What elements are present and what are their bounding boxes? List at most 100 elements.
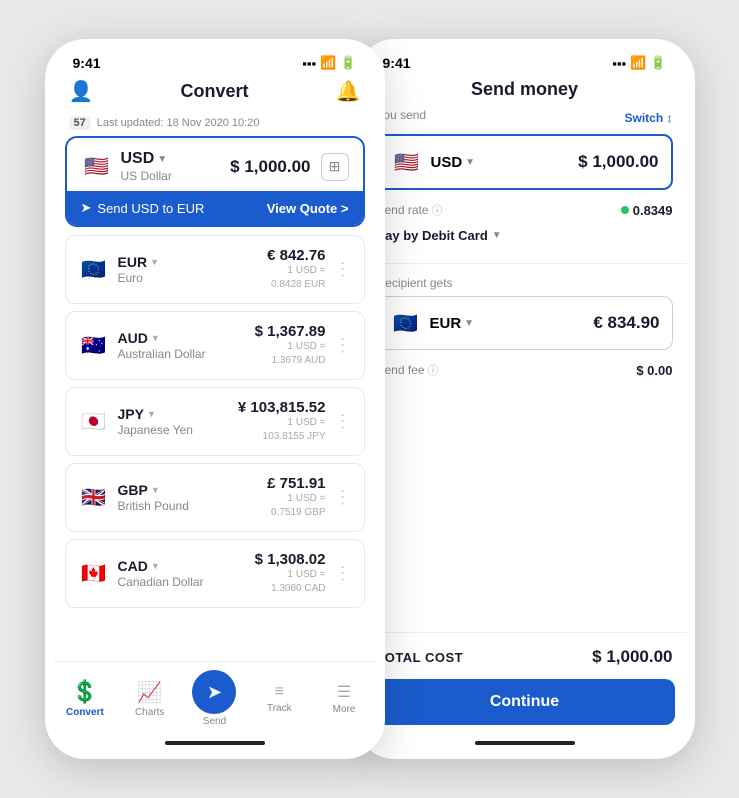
you-send-currency-box[interactable]: 🇺🇸 USD ▼ $ 1,000.00 bbox=[377, 134, 673, 190]
rate-gbp: 1 USD =0.7519 GBP bbox=[267, 492, 325, 520]
currency-item-eur[interactable]: 🇪🇺 EUR ▼ Euro € 842.76 1 USD =0.8428 EUR… bbox=[65, 235, 365, 304]
total-cost-section: TOTAL COST $ 1,000.00 bbox=[363, 632, 687, 679]
rate-jpy: 1 USD =103.8155 JPY bbox=[238, 416, 326, 444]
flag-cad: 🇨🇦 bbox=[78, 558, 110, 590]
main-currency-name: US Dollar bbox=[121, 169, 172, 183]
home-indicator-right bbox=[475, 741, 575, 745]
send-quote-bar[interactable]: ➤ Send USD to EUR View Quote > bbox=[67, 191, 363, 225]
ci-left: 🇯🇵 JPY ▼ Japanese Yen bbox=[78, 406, 193, 438]
recipient-currency-box[interactable]: 🇪🇺 EUR ▼ € 834.90 bbox=[377, 296, 673, 350]
view-quote-label[interactable]: View Quote > bbox=[267, 201, 349, 216]
send-header: Send money bbox=[363, 75, 687, 108]
ci-right: $ 1,367.89 1 USD =1.3679 AUD ⋮ bbox=[255, 323, 352, 368]
amounts-gbp: £ 751.91 1 USD =0.7519 GBP bbox=[267, 475, 325, 520]
wifi-icon-right: 📶 bbox=[630, 55, 646, 71]
nav-item-more[interactable]: ☰ More bbox=[319, 682, 369, 715]
right-phone: 9:41 ▪▪▪ 📶 🔋 Send money You send Switch … bbox=[355, 39, 695, 759]
name-gbp: British Pound bbox=[118, 499, 189, 513]
bell-icon[interactable]: 🔔 bbox=[336, 79, 361, 104]
code-eur: EUR ▼ bbox=[118, 254, 159, 270]
currency-item-aud[interactable]: 🇦🇺 AUD ▼ Australian Dollar $ 1,367.89 1 … bbox=[65, 311, 365, 380]
main-currency-code[interactable]: USD ▼ bbox=[121, 150, 172, 168]
fee-label: Send fee ⓘ bbox=[377, 362, 439, 378]
nav-item-charts[interactable]: 📈 Charts bbox=[125, 680, 175, 718]
recipient-label: Recipient gets bbox=[377, 276, 673, 290]
charts-nav-icon: 📈 bbox=[137, 680, 162, 705]
main-amount-gbp: £ 751.91 bbox=[267, 475, 325, 492]
code-aud: AUD ▼ bbox=[118, 330, 206, 346]
battery-icon-right: 🔋 bbox=[650, 55, 666, 71]
main-amount-eur: € 842.76 bbox=[267, 247, 325, 264]
total-cost-value: $ 1,000.00 bbox=[592, 647, 672, 667]
nav-item-track[interactable]: ≡ Track bbox=[254, 683, 304, 714]
main-amount-jpy: ¥ 103,815.52 bbox=[238, 399, 326, 416]
rate-cad: 1 USD =1.3080 CAD bbox=[255, 568, 326, 596]
continue-button[interactable]: Continue bbox=[375, 679, 675, 725]
send-rate-row: Send rate ⓘ 0.8349 bbox=[377, 198, 673, 222]
pay-method-chevron: ▼ bbox=[492, 230, 502, 241]
send-fee-row: Send fee ⓘ $ 0.00 bbox=[377, 358, 673, 382]
ci-left: 🇨🇦 CAD ▼ Canadian Dollar bbox=[78, 558, 204, 590]
send-rate-value: 0.8349 bbox=[621, 203, 673, 218]
main-currency-card: 🇺🇸 USD ▼ US Dollar $ 1,000.00 ⊞ bbox=[65, 136, 365, 227]
status-icons-left: ▪▪▪ 📶 🔋 bbox=[302, 55, 356, 71]
update-count: 57 bbox=[69, 116, 91, 130]
you-send-section: You send Switch ↕ 🇺🇸 USD ▼ $ 1,000.00 Se… bbox=[363, 108, 687, 259]
currency-item-gbp[interactable]: 🇬🇧 GBP ▼ British Pound £ 751.91 1 USD =0… bbox=[65, 463, 365, 532]
green-dot-icon bbox=[621, 206, 629, 214]
send-currency-left: 🇺🇸 USD ▼ bbox=[391, 146, 476, 178]
signal-icon: ▪▪▪ bbox=[302, 56, 316, 71]
send-currency-flag: 🇺🇸 bbox=[391, 146, 423, 178]
ci-right: $ 1,308.02 1 USD =1.3080 CAD ⋮ bbox=[255, 551, 352, 596]
more-nav-label: More bbox=[333, 704, 356, 715]
ci-left: 🇬🇧 GBP ▼ British Pound bbox=[78, 482, 189, 514]
name-cad: Canadian Dollar bbox=[118, 575, 204, 589]
send-arrow-icon: ➤ bbox=[81, 200, 92, 216]
send-currency-code[interactable]: USD ▼ bbox=[431, 154, 476, 171]
status-icons-right: ▪▪▪ 📶 🔋 bbox=[612, 55, 666, 71]
convert-nav-label: Convert bbox=[66, 707, 104, 718]
ci-right: £ 751.91 1 USD =0.7519 GBP ⋮ bbox=[267, 475, 351, 520]
pay-method-label: Pay by Debit Card bbox=[377, 228, 488, 243]
last-updated-text: Last updated: 18 Nov 2020 10:20 bbox=[97, 117, 260, 129]
pay-method-row[interactable]: Pay by Debit Card ▼ bbox=[377, 224, 673, 251]
nav-item-convert[interactable]: 💲 Convert bbox=[60, 679, 110, 718]
calculator-icon[interactable]: ⊞ bbox=[321, 153, 349, 181]
flag-eur: 🇪🇺 bbox=[78, 254, 110, 286]
nav-item-send[interactable]: ➤ Send bbox=[189, 670, 239, 727]
recipient-currency-code[interactable]: EUR ▼ bbox=[430, 315, 475, 332]
more-options-icon-aud[interactable]: ⋮ bbox=[334, 335, 352, 356]
profile-icon[interactable]: 👤 bbox=[69, 79, 94, 104]
code-jpy: JPY ▼ bbox=[118, 406, 193, 422]
more-options-icon-eur[interactable]: ⋮ bbox=[334, 259, 352, 280]
spacer bbox=[363, 390, 687, 632]
dropdown-arrow: ▼ bbox=[157, 154, 167, 165]
currency-item-jpy[interactable]: 🇯🇵 JPY ▼ Japanese Yen ¥ 103,815.52 1 USD… bbox=[65, 387, 365, 456]
switch-button[interactable]: Switch ↕ bbox=[624, 111, 672, 125]
track-nav-icon: ≡ bbox=[275, 683, 284, 701]
more-options-icon-gbp[interactable]: ⋮ bbox=[334, 487, 352, 508]
fee-info-icon[interactable]: ⓘ bbox=[428, 362, 439, 378]
more-options-icon-cad[interactable]: ⋮ bbox=[334, 563, 352, 584]
status-bar-right: 9:41 ▪▪▪ 📶 🔋 bbox=[363, 47, 687, 75]
wifi-icon: 📶 bbox=[320, 55, 336, 71]
flag-aud: 🇦🇺 bbox=[78, 330, 110, 362]
recipient-dropdown: ▼ bbox=[464, 318, 474, 329]
section-divider bbox=[363, 263, 687, 264]
send-amount: $ 1,000.00 bbox=[578, 152, 658, 172]
currency-item-cad[interactable]: 🇨🇦 CAD ▼ Canadian Dollar $ 1,308.02 1 US… bbox=[65, 539, 365, 608]
name-jpy: Japanese Yen bbox=[118, 423, 193, 437]
recipient-flag: 🇪🇺 bbox=[390, 307, 422, 339]
main-currency-top: 🇺🇸 USD ▼ US Dollar $ 1,000.00 ⊞ bbox=[67, 138, 363, 191]
ci-left: 🇦🇺 AUD ▼ Australian Dollar bbox=[78, 330, 206, 362]
flag-gbp: 🇬🇧 bbox=[78, 482, 110, 514]
flag-jpy: 🇯🇵 bbox=[78, 406, 110, 438]
more-options-icon-jpy[interactable]: ⋮ bbox=[334, 411, 352, 432]
rate-info-icon[interactable]: ⓘ bbox=[432, 202, 443, 218]
send-nav-btn[interactable]: ➤ bbox=[192, 670, 236, 714]
code-gbp: GBP ▼ bbox=[118, 482, 189, 498]
name-aud: Australian Dollar bbox=[118, 347, 206, 361]
code-cad: CAD ▼ bbox=[118, 558, 204, 574]
send-nav-label: Send bbox=[203, 716, 226, 727]
amounts-jpy: ¥ 103,815.52 1 USD =103.8155 JPY bbox=[238, 399, 326, 444]
